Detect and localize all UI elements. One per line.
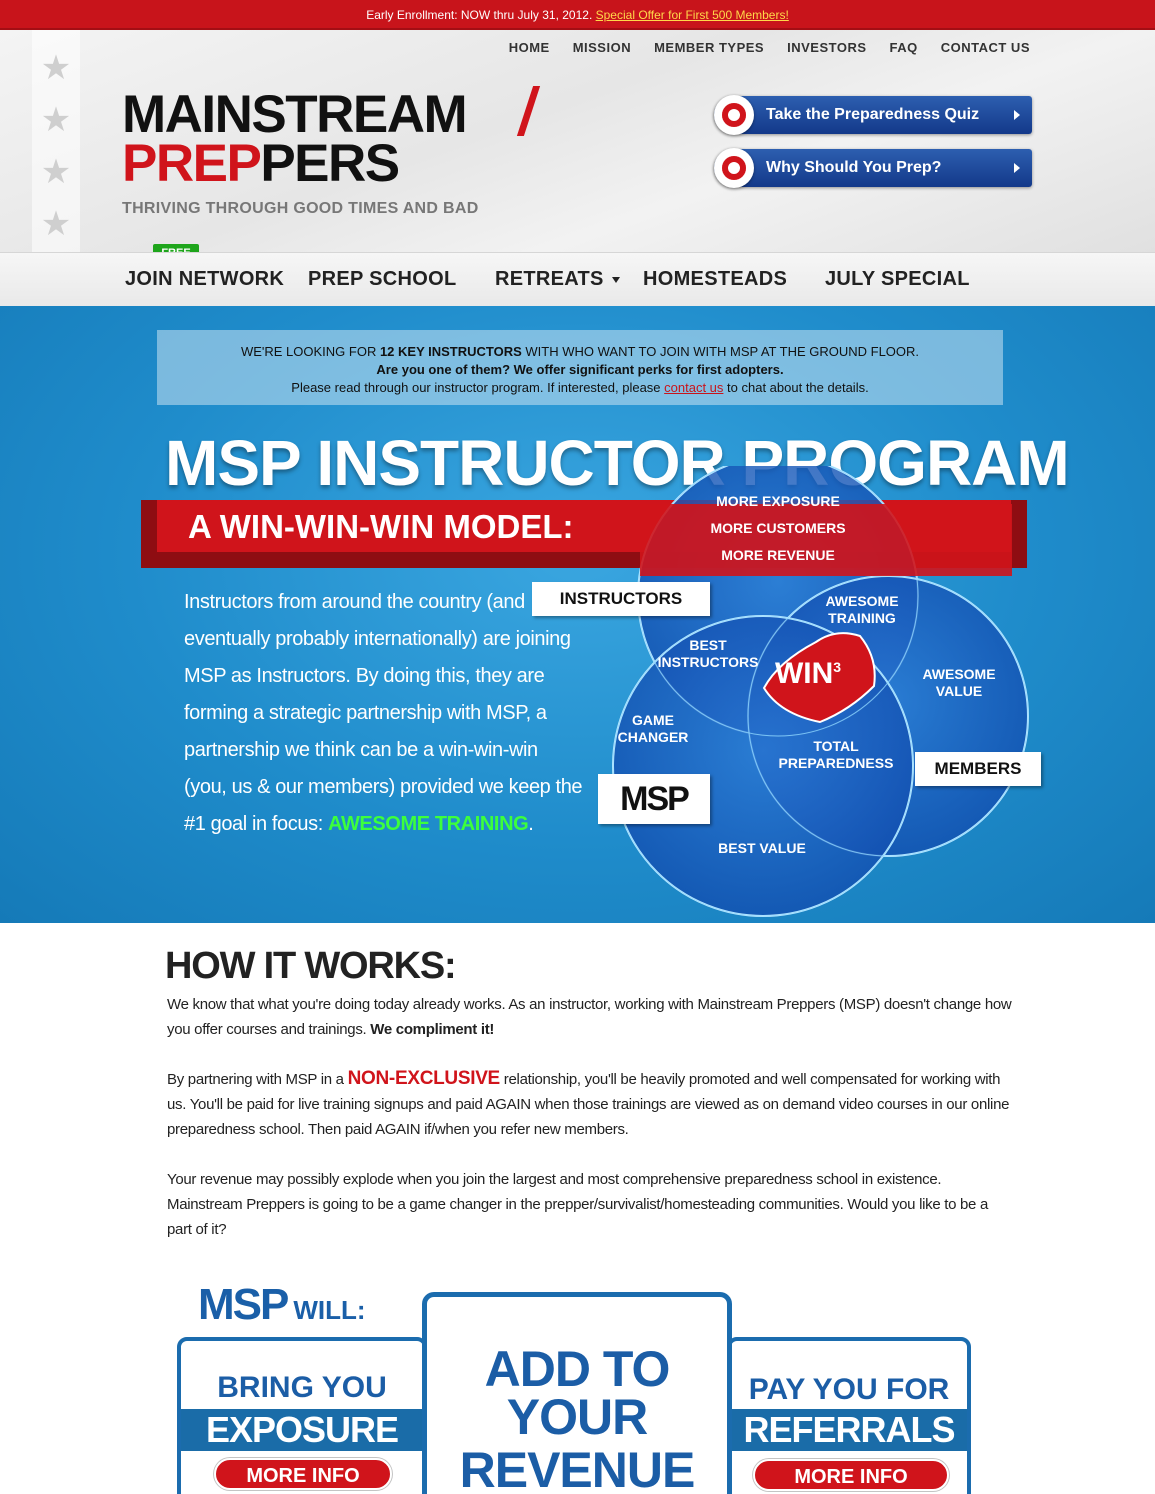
checkmark-icon: [493, 86, 541, 136]
arrow-right-icon: [1014, 163, 1020, 173]
venn-game-changer: GAME CHANGER: [617, 712, 689, 745]
non-exclusive-highlight: NON-EXCLUSIVE: [347, 1068, 501, 1089]
instructor-notice: WE'RE LOOKING FOR 12 KEY INSTRUCTORS WIT…: [157, 330, 1003, 405]
hero-section: WE'RE LOOKING FOR 12 KEY INSTRUCTORS WIT…: [0, 306, 1155, 923]
nav-retreats-label: RETREATS: [495, 268, 604, 290]
revenue-line-2: YOUR: [506, 1389, 648, 1445]
nav-prep-school[interactable]: PREP SCHOOL: [308, 268, 457, 291]
site-logo[interactable]: MAINSTREAM PREPPERS THRIVING THROUGH GOO…: [122, 86, 541, 218]
msp-will-logo: MSP: [198, 1280, 289, 1329]
nav-home[interactable]: HOME: [509, 40, 550, 55]
exposure-more-info-button[interactable]: MORE INFO: [214, 1458, 392, 1490]
nav-mission[interactable]: MISSION: [573, 40, 631, 55]
nav-july-special[interactable]: JULY SPECIAL: [825, 268, 970, 291]
star-icon: ★: [40, 153, 72, 191]
intro-end: .: [528, 813, 534, 835]
logo-tagline: THRIVING THROUGH GOOD TIMES AND BAD: [122, 200, 479, 217]
venn-more-revenue: MORE REVENUE: [721, 547, 835, 563]
arrow-right-icon: [1014, 110, 1020, 120]
quiz-label: Take the Preparedness Quiz: [766, 106, 980, 123]
notice-text: to chat about the details.: [723, 380, 869, 395]
why-prep-label: Why Should You Prep?: [766, 159, 942, 176]
exposure-band: EXPOSURE: [181, 1409, 423, 1451]
target-icon: [714, 95, 754, 135]
notice-text: WITH WHO WANT TO JOIN WITH MSP AT THE GR…: [521, 344, 920, 359]
nav-join-network[interactable]: JOIN NETWORK: [125, 268, 284, 291]
top-navigation: HOME MISSION MEMBER TYPES INVESTORS FAQ …: [509, 40, 1030, 55]
instructors-callout: INSTRUCTORS: [532, 582, 710, 616]
notice-question: Are you one of them? We offer significan…: [376, 362, 784, 377]
promo-text: Early Enrollment: NOW thru July 31, 2012…: [366, 8, 593, 22]
referrals-small: PAY YOU FOR: [748, 1373, 950, 1406]
revenue-line-3: REVENUE: [459, 1442, 696, 1494]
p1-text: We know that what you're doing today alr…: [167, 996, 1012, 1038]
nav-contact-us[interactable]: CONTACT US: [941, 40, 1030, 55]
venn-more-exposure: MORE EXPOSURE: [716, 493, 840, 509]
site-header: ★ ★ ★ ★ ★ HOME MISSION MEMBER TYPES INVE…: [0, 30, 1155, 306]
star-icon: ★: [40, 101, 72, 139]
awesome-training-highlight: AWESOME TRAINING: [328, 813, 529, 835]
venn-awesome-training: AWESOME TRAINING: [825, 593, 899, 626]
contact-us-link[interactable]: contact us: [664, 380, 723, 395]
p1-bold: We compliment it!: [370, 1021, 495, 1038]
venn-best-value: BEST VALUE: [718, 840, 806, 856]
venn-more-customers: MORE CUSTOMERS: [710, 520, 846, 536]
notice-highlight: 12 KEY INSTRUCTORS: [379, 344, 522, 359]
p2-text: By partnering with MSP in a: [167, 1071, 348, 1088]
revenue-box: ADD TO YOUR REVENUE: [422, 1292, 732, 1494]
star-icon: ★: [40, 49, 72, 87]
exposure-box: BRING YOU EXPOSURE MORE INFO: [177, 1337, 427, 1494]
nav-member-types[interactable]: MEMBER TYPES: [654, 40, 764, 55]
caret-down-icon: [611, 276, 620, 283]
star-icon: ★: [40, 205, 72, 243]
venn-win-cubed: WIN3: [768, 650, 848, 691]
venn-total-preparedness: TOTAL PREPAREDNESS: [778, 738, 894, 771]
target-icon: [714, 148, 754, 188]
why-prep-button[interactable]: Why Should You Prep?: [714, 148, 1032, 188]
special-offer-link[interactable]: Special Offer for First 500 Members!: [596, 8, 789, 22]
revenue-line-1: ADD TO: [484, 1341, 671, 1397]
main-navigation: JOIN NETWORK PREP SCHOOL RETREATS HOMEST…: [0, 252, 1155, 306]
notice-text: WE'RE LOOKING FOR: [240, 344, 380, 359]
nav-homesteads[interactable]: HOMESTEADS: [643, 268, 787, 291]
paragraph-1: We know that what you're doing today alr…: [167, 992, 1012, 1042]
msp-will-text: WILL:: [293, 1295, 366, 1325]
venn-best-instructors: BEST INSTRUCTORS: [657, 637, 759, 670]
nav-retreats[interactable]: RETREATS: [495, 268, 620, 291]
promo-bar: Early Enrollment: NOW thru July 31, 2012…: [0, 0, 1155, 30]
referrals-band: REFERRALS: [731, 1409, 967, 1451]
logo-line-1: MAINSTREAM: [122, 85, 468, 144]
how-it-works-title: HOW IT WORKS:: [165, 945, 457, 987]
paragraph-3: Your revenue may possibly explode when y…: [167, 1171, 989, 1238]
referrals-box: PAY YOU FOR REFERRALS MORE INFO: [727, 1337, 971, 1494]
paragraph-2: By partnering with MSP in a NON-EXCLUSIV…: [167, 1066, 1012, 1142]
how-it-works-section: HOW IT WORKS: We know that what you're d…: [0, 923, 1155, 1494]
msp-callout: MSP: [598, 774, 710, 824]
win-text: WIN: [774, 657, 834, 690]
notice-text: Please read through our instructor progr…: [291, 380, 665, 395]
venn-awesome-value: AWESOME VALUE: [922, 666, 996, 699]
intro-paragraph: Instructors from around the country (and…: [184, 584, 584, 843]
nav-faq[interactable]: FAQ: [890, 40, 918, 55]
preparedness-quiz-button[interactable]: Take the Preparedness Quiz: [714, 95, 1032, 135]
members-callout: MEMBERS: [915, 752, 1041, 786]
model-banner-text: A WIN-WIN-WIN MODEL:: [188, 508, 574, 545]
exposure-small: BRING YOU: [217, 1371, 387, 1404]
msp-will-heading: MSP WILL:: [198, 1280, 366, 1330]
intro-text: Instructors from around the country (and…: [184, 591, 583, 835]
win-superscript: 3: [833, 659, 842, 675]
nav-investors[interactable]: INVESTORS: [787, 40, 866, 55]
referrals-more-info-button[interactable]: MORE INFO: [753, 1459, 949, 1491]
win-win-win-venn-diagram: MORE EXPOSURE MORE CUSTOMERS MORE REVENU…: [588, 455, 1058, 923]
